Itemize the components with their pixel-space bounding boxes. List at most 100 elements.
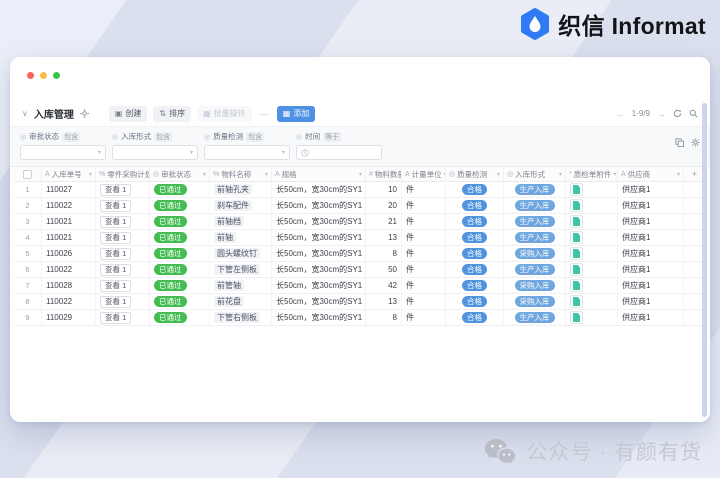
cell-qc[interactable]: 合格 (446, 246, 504, 261)
cell-plan[interactable]: 查看 1 (96, 230, 150, 245)
cell-status[interactable]: 已通过 (150, 262, 210, 277)
filter-quality-check-select[interactable]: ▾ (204, 145, 290, 160)
cell-spec[interactable]: 长50cm，宽30cm的SY1 (272, 246, 366, 261)
sort-button[interactable]: ⇅ 排序 (153, 106, 191, 122)
cell-order[interactable]: 110022 (42, 198, 96, 213)
cell-status[interactable]: 已通过 (150, 246, 210, 261)
cell-qty[interactable]: 21 (366, 214, 402, 229)
cell-mode[interactable]: 采购入库 (504, 294, 566, 309)
chevron-down-icon[interactable]: ∨ (22, 109, 28, 118)
cell-qty[interactable]: 13 (366, 230, 402, 245)
vertical-scrollbar[interactable] (702, 103, 707, 417)
cell-qty[interactable]: 20 (366, 198, 402, 213)
column-header-plan[interactable]: %零件采购计划▾ (96, 167, 150, 181)
cell-status[interactable]: 已通过 (150, 230, 210, 245)
cell-order[interactable]: 110022 (42, 262, 96, 277)
cell-attach[interactable] (566, 182, 618, 197)
view-plan-button[interactable]: 查看 1 (100, 216, 131, 228)
cell-unit[interactable]: 件 (402, 246, 446, 261)
chevron-down-icon[interactable]: ▾ (265, 171, 268, 178)
cell-plan[interactable]: 查看 1 (96, 262, 150, 277)
cell-qty[interactable]: 13 (366, 294, 402, 309)
column-header-mode[interactable]: ◎入库形式▾ (504, 167, 566, 181)
cell-attach[interactable] (566, 262, 618, 277)
cell-supplier[interactable]: 供应商1 (618, 262, 684, 277)
cell-attach[interactable] (566, 294, 618, 309)
attachment-file[interactable] (570, 183, 583, 196)
view-plan-button[interactable]: 查看 1 (100, 232, 131, 244)
attachment-file[interactable] (570, 247, 583, 260)
column-header-material[interactable]: %物料名称▾ (210, 167, 272, 181)
cell-spec[interactable]: 长50cm，宽30cm的SY1 (272, 262, 366, 277)
cell-supplier[interactable]: 供应商1 (618, 182, 684, 197)
cell-spec[interactable]: 长50cm，宽30cm的SY1 (272, 198, 366, 213)
cell-supplier[interactable]: 供应商1 (618, 246, 684, 261)
cell-qc[interactable]: 合格 (446, 278, 504, 293)
cell-material[interactable]: 前轴孔夹 (210, 182, 272, 197)
cell-status[interactable]: 已通过 (150, 278, 210, 293)
chevron-down-icon[interactable]: ▾ (203, 171, 206, 178)
attachment-file[interactable] (570, 231, 583, 244)
minimize-window-icon[interactable] (40, 72, 47, 79)
view-plan-button[interactable]: 查看 1 (100, 264, 131, 276)
cell-mode[interactable]: 生产入库 (504, 214, 566, 229)
attachment-file[interactable] (570, 311, 583, 324)
column-header-qty[interactable]: #物料数量▾ (366, 167, 402, 181)
cell-attach[interactable] (566, 278, 618, 293)
cell-attach[interactable] (566, 310, 618, 325)
cell-order[interactable]: 110021 (42, 214, 96, 229)
cell-mode[interactable]: 生产入库 (504, 310, 566, 325)
cell-qty[interactable]: 8 (366, 310, 402, 325)
filter-time-input[interactable] (296, 145, 382, 160)
column-header-attach[interactable]: *质检单附件▾ (566, 167, 618, 181)
attachment-file[interactable] (570, 215, 583, 228)
chevron-down-icon[interactable]: ▾ (497, 171, 500, 178)
cell-unit[interactable]: 件 (402, 278, 446, 293)
cell-mode[interactable]: 生产入库 (504, 198, 566, 213)
cell-mode[interactable]: 生产入库 (504, 262, 566, 277)
cell-mode[interactable]: 采购入库 (504, 278, 566, 293)
cell-qc[interactable]: 合格 (446, 230, 504, 245)
search-icon[interactable] (689, 105, 698, 123)
cell-qc[interactable]: 合格 (446, 262, 504, 277)
column-header-order[interactable]: A入库单号▾ (42, 167, 96, 181)
cell-spec[interactable]: 长50cm，宽30cm的SY1 (272, 278, 366, 293)
cell-status[interactable]: 已通过 (150, 182, 210, 197)
cell-qc[interactable]: 合格 (446, 182, 504, 197)
cell-supplier[interactable]: 供应商1 (618, 310, 684, 325)
cell-unit[interactable]: 件 (402, 294, 446, 309)
cell-qty[interactable]: 8 (366, 246, 402, 261)
attachment-file[interactable] (570, 199, 583, 212)
cell-material[interactable]: 前花盘 (210, 294, 272, 309)
column-header-supplier[interactable]: A供应商▾ (618, 167, 684, 181)
cell-qty[interactable]: 42 (366, 278, 402, 293)
cell-supplier[interactable]: 供应商1 (618, 294, 684, 309)
cell-qc[interactable]: 合格 (446, 310, 504, 325)
cell-material[interactable]: 前管轴 (210, 278, 272, 293)
cell-attach[interactable] (566, 230, 618, 245)
view-plan-button[interactable]: 查看 1 (100, 280, 131, 292)
column-header-unit[interactable]: A计量单位▾ (402, 167, 446, 181)
cell-attach[interactable] (566, 214, 618, 229)
cell-order[interactable]: 110029 (42, 310, 96, 325)
cell-status[interactable]: 已通过 (150, 214, 210, 229)
gear-icon[interactable] (691, 134, 700, 160)
cell-attach[interactable] (566, 198, 618, 213)
cell-unit[interactable]: 件 (402, 182, 446, 197)
cell-qc[interactable]: 合格 (446, 294, 504, 309)
cell-qc[interactable]: 合格 (446, 214, 504, 229)
refresh-icon[interactable] (673, 105, 682, 123)
create-button[interactable]: ▣ 创建 (109, 106, 148, 122)
cell-material[interactable]: 刹车配件 (210, 198, 272, 213)
attachment-file[interactable] (570, 295, 583, 308)
attachment-file[interactable] (570, 279, 583, 292)
cell-unit[interactable]: 件 (402, 262, 446, 277)
chevron-down-icon[interactable]: ▾ (359, 171, 362, 178)
cell-plan[interactable]: 查看 1 (96, 182, 150, 197)
cell-plan[interactable]: 查看 1 (96, 294, 150, 309)
prev-page-icon[interactable]: ← (616, 109, 625, 119)
cell-mode[interactable]: 生产入库 (504, 230, 566, 245)
attachment-file[interactable] (570, 263, 583, 276)
cell-plan[interactable]: 查看 1 (96, 198, 150, 213)
copy-view-icon[interactable] (675, 134, 684, 160)
